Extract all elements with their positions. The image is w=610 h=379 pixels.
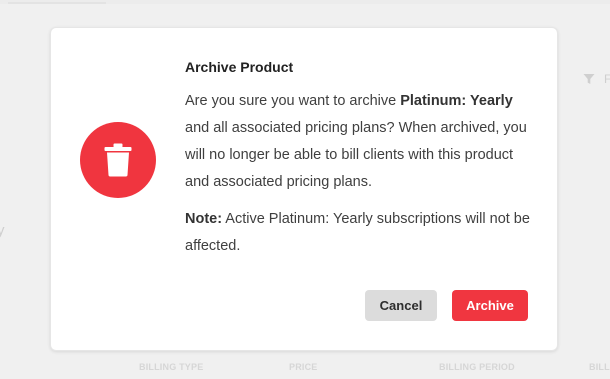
background-text: y <box>0 222 5 239</box>
column-header-bill: BILL <box>589 362 610 372</box>
column-header-billing-period: BILLING PERIOD <box>439 362 515 372</box>
note-text: Active Platinum: Yearly subscriptions wi… <box>185 211 530 254</box>
filter-button[interactable]: F <box>583 72 610 86</box>
trash-icon <box>103 143 133 177</box>
filter-icon <box>583 73 595 85</box>
filter-label: F <box>604 72 610 86</box>
column-header-price: PRICE <box>289 362 318 372</box>
danger-icon-circle <box>80 122 156 198</box>
dialog-message: Are you sure you want to archive Platinu… <box>185 88 535 196</box>
active-tab-indicator <box>8 2 106 4</box>
column-header-billing-type: BILLING TYPE <box>139 362 204 372</box>
message-suffix: and all associated pricing plans? When a… <box>185 120 527 190</box>
note-label: Note: <box>185 211 223 227</box>
dialog-title: Archive Product <box>185 59 294 75</box>
archive-product-dialog: Archive Product Are you sure you want to… <box>50 27 558 351</box>
message-prefix: Are you sure you want to archive <box>185 93 401 109</box>
cancel-button[interactable]: Cancel <box>365 290 437 321</box>
archive-button[interactable]: Archive <box>452 290 528 321</box>
product-name: Platinum: Yearly <box>400 93 513 109</box>
dialog-note: Note: Active Platinum: Yearly subscripti… <box>185 206 535 260</box>
